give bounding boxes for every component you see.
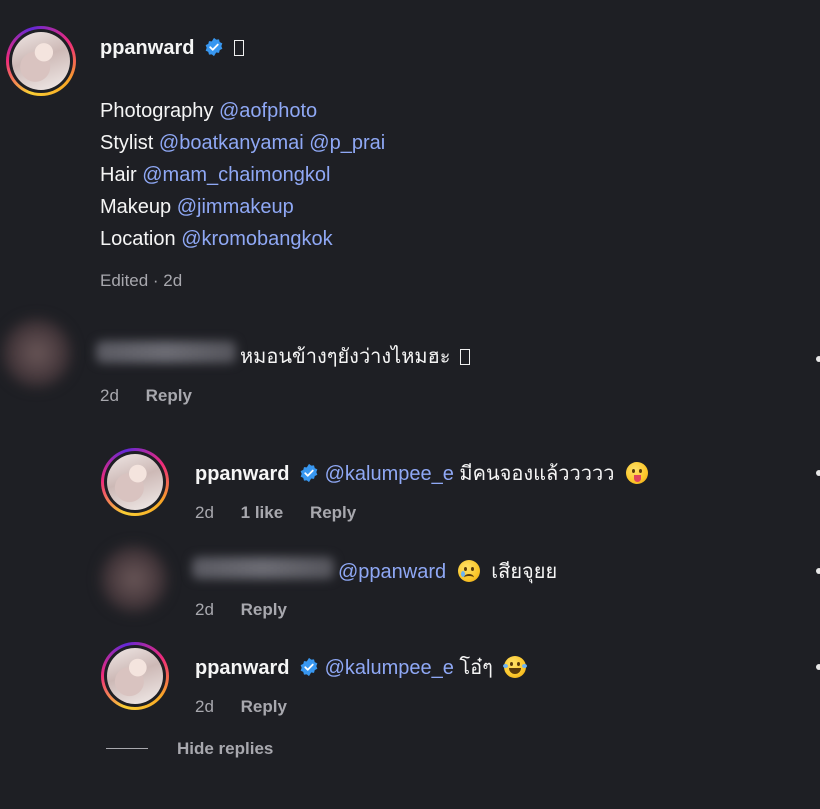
mention-link[interactable]: @p_prai [309,132,385,154]
reply-avatar[interactable] [101,448,169,516]
reply-text-line: ppanward @kalumpee_e โอ๋ๆ [195,651,528,683]
verified-badge-icon [300,463,318,483]
avatar-photo [107,648,163,704]
reply-button[interactable]: Reply [241,600,287,619]
more-options-icon[interactable] [816,664,820,670]
hide-replies-button[interactable]: Hide replies [177,739,273,759]
reply-button[interactable]: Reply [241,697,287,716]
avatar-photo [107,454,163,510]
credit-line-photography: Photography @aofphoto [100,100,318,122]
blurred-avatar [100,545,168,613]
mention-link[interactable]: @ppanward [338,561,446,583]
mention-link[interactable]: @mam_chaimongkol [142,164,330,186]
caption-username[interactable]: ppanward [100,37,194,59]
more-options-icon[interactable] [816,568,820,574]
reply-meta: 2d Reply [195,600,309,620]
mention-link[interactable]: @aofphoto [219,100,317,122]
credit-line-stylist: Stylist @boatkanyamai @p_prai [100,132,386,154]
reply-time: 2d [195,697,214,716]
mention-link[interactable]: @kromobangkok [181,228,332,250]
reply-button[interactable]: Reply [146,386,192,405]
reply-meta: 2d 1 like Reply [195,503,378,523]
credit-line-hair: Hair @mam_chaimongkol [100,164,331,186]
mention-link[interactable]: @jimmakeup [177,196,294,218]
tears-of-joy-emoji-icon [503,656,528,678]
reply-meta: 2d Reply [195,697,309,717]
caption-header: ppanward [100,37,244,60]
reply-username[interactable]: ppanward [195,463,289,485]
reply-text-line: ppanward @kalumpee_e มีคนจองแล้ววววว [195,457,649,489]
reply-text-line: @ppanward เสียจุยย [338,560,558,583]
face-with-tongue-emoji-icon [626,462,649,484]
credit-line-location: Location @kromobangkok [100,228,333,250]
unrendered-emoji-icon [233,40,244,56]
reply-button[interactable]: Reply [310,503,356,522]
comment-text: หมอนข้างๆยังว่างไหมฮะ [240,340,471,372]
unrendered-emoji-icon [460,349,471,365]
caption-avatar[interactable] [6,26,76,96]
mention-link[interactable]: @boatkanyamai [159,132,304,154]
blurred-username [192,557,334,579]
mention-link[interactable]: @kalumpee_e [325,463,454,485]
caption-meta: Edited · 2d [100,271,183,290]
likes-count[interactable]: 1 like [241,503,284,522]
reply-avatar[interactable] [101,642,169,710]
credit-line-makeup: Makeup @jimmakeup [100,196,294,218]
avatar-photo [12,32,70,90]
crying-face-emoji-icon [457,560,480,582]
verified-badge-icon [300,657,318,677]
reply-time: 2d [195,503,214,522]
more-options-icon[interactable] [816,470,820,476]
comment-meta: 2d Reply [100,386,214,406]
blurred-avatar [2,318,72,388]
blurred-username [96,341,236,363]
reply-time: 2d [195,600,214,619]
comment-time: 2d [100,386,119,405]
reply-username[interactable]: ppanward [195,657,289,679]
mention-link[interactable]: @kalumpee_e [325,657,454,679]
hide-replies-divider [106,748,148,749]
verified-badge-icon [205,37,223,57]
more-options-icon[interactable] [816,356,820,362]
